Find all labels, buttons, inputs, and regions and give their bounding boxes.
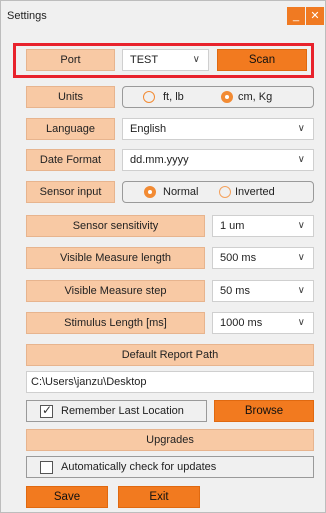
remember-location-checkbox[interactable]: ✓	[40, 403, 53, 418]
units-option-ft-lb: ft, lb	[163, 91, 184, 103]
units-radio-cm-kg[interactable]	[221, 91, 233, 103]
settings-window: Settings _ ✕ Port TEST ∨ Scan Units ft, …	[0, 0, 326, 513]
sensor-option-inverted: Inverted	[235, 186, 275, 198]
window-title: Settings	[7, 10, 47, 22]
units-option-cm-kg: cm, Kg	[238, 91, 273, 103]
sensor-sensitivity-select[interactable]: 1 um ∨	[212, 215, 314, 237]
title-bar: Settings _ ✕	[1, 1, 325, 31]
visible-measure-length-select[interactable]: 500 ms ∨	[212, 247, 314, 269]
close-icon: ✕	[310, 10, 320, 22]
auto-update-box: Automatically check for updates	[26, 456, 314, 478]
report-path-input[interactable]: C:\Users\janzu\Desktop	[26, 371, 314, 393]
highlight-box	[13, 43, 314, 78]
auto-update-checkbox[interactable]	[40, 461, 53, 474]
date-format-select[interactable]: dd.mm.yyyy ∨	[122, 149, 314, 171]
language-label: Language	[26, 118, 115, 140]
sensor-sensitivity-label: Sensor sensitivity	[26, 215, 205, 237]
date-format-label: Date Format	[26, 149, 115, 171]
sensor-radio-inverted[interactable]	[219, 186, 231, 198]
sensor-input-radio-group: Normal Inverted	[122, 181, 314, 203]
date-format-value: dd.mm.yyyy	[130, 154, 189, 166]
stimulus-length-select[interactable]: 1000 ms ∨	[212, 312, 314, 334]
browse-button[interactable]: Browse	[214, 400, 314, 422]
visible-measure-length-label: Visible Measure length	[26, 247, 205, 269]
check-icon: ✓	[42, 403, 53, 417]
sensor-option-normal: Normal	[163, 186, 199, 198]
visible-measure-step-value: 50 ms	[220, 285, 250, 297]
chevron-down-icon: ∨	[297, 285, 305, 296]
chevron-down-icon: ∨	[297, 154, 305, 165]
visible-measure-length-value: 500 ms	[220, 252, 257, 264]
chevron-down-icon: ∨	[297, 252, 305, 263]
minimize-button[interactable]: _	[287, 7, 305, 25]
stimulus-length-value: 1000 ms	[220, 317, 263, 329]
chevron-down-icon: ∨	[297, 317, 305, 328]
sensor-sensitivity-value: 1 um	[220, 220, 245, 232]
close-button[interactable]: ✕	[306, 7, 324, 25]
sensor-radio-normal[interactable]	[144, 186, 156, 198]
minimize-icon: _	[292, 10, 300, 22]
chevron-down-icon: ∨	[297, 220, 305, 231]
sensor-input-label: Sensor input	[26, 181, 115, 203]
units-radio-group: ft, lb cm, Kg	[122, 86, 314, 108]
default-report-path-button[interactable]: Default Report Path	[26, 344, 314, 366]
upgrades-button[interactable]: Upgrades	[26, 429, 314, 451]
save-button[interactable]: Save	[26, 486, 108, 508]
visible-measure-step-select[interactable]: 50 ms ∨	[212, 280, 314, 302]
exit-button[interactable]: Exit	[118, 486, 200, 508]
units-label: Units	[26, 86, 115, 108]
chevron-down-icon: ∨	[297, 123, 305, 134]
visible-measure-step-label: Visible Measure step	[26, 280, 205, 302]
language-value: English	[130, 123, 167, 135]
remember-location-label: Remember Last Location	[61, 405, 184, 417]
auto-update-label: Automatically check for updates	[61, 461, 217, 473]
remember-location-box: ✓ Remember Last Location	[26, 400, 207, 422]
units-radio-ft-lb[interactable]	[143, 91, 155, 103]
stimulus-length-label: Stimulus Length [ms]	[26, 312, 205, 334]
language-select[interactable]: English ∨	[122, 118, 314, 140]
